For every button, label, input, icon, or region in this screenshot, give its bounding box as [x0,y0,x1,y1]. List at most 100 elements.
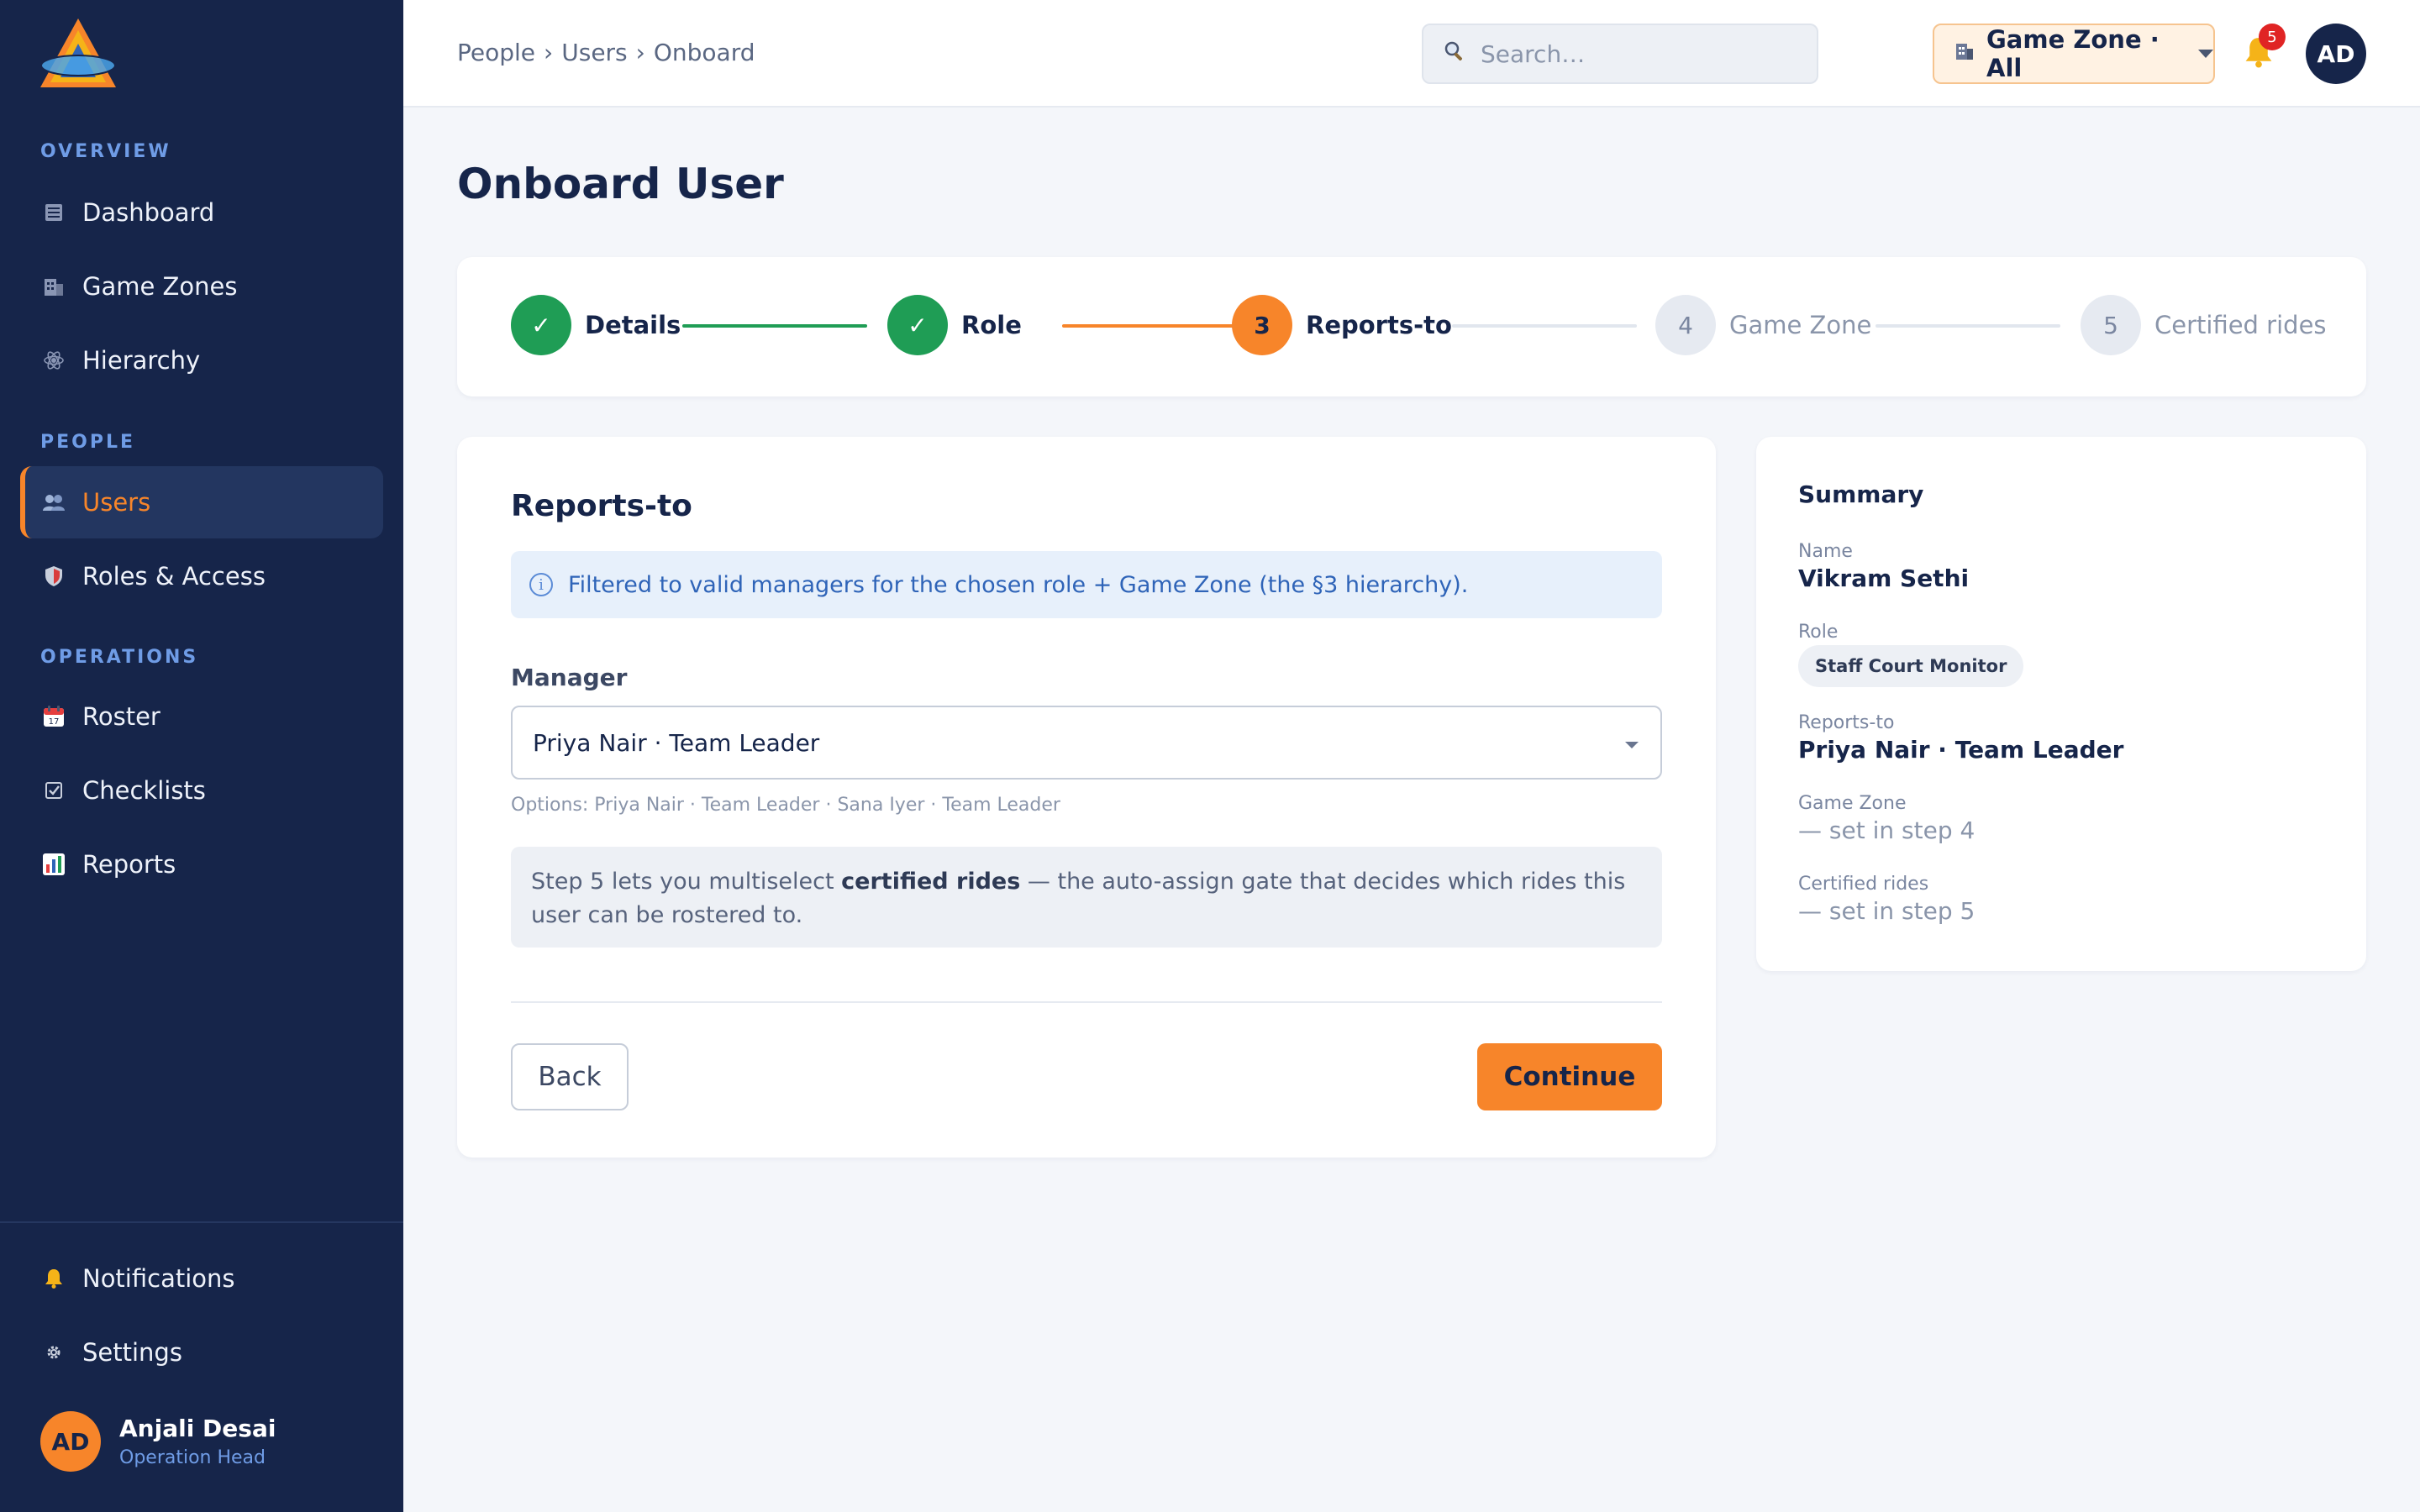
sidebar-item-roles-access[interactable]: Roles & Access [20,540,383,612]
calendar-icon: 17 [40,703,67,730]
step-2-circle[interactable]: ✓ [887,295,948,355]
step-4-circle: 4 [1655,295,1716,355]
sidebar-user-profile[interactable]: AD Anjali Desai Operation Head [40,1411,276,1472]
sidebar-item-reports[interactable]: Reports [20,828,383,900]
step-2-label[interactable]: Role [961,311,1022,339]
manager-options-hint: Options: Priya Nair · Team Leader · Sana… [511,795,1060,816]
onboarding-stepper: ✓ Details ✓ Role 3 Reports-to 4 Game Zon… [457,257,2366,396]
manager-select[interactable]: Priya Nair · Team Leader [511,706,1662,780]
step-4-label: Game Zone [1729,311,1872,339]
topbar: People › Users › Onboard Search… Game Zone ·… [403,0,2420,108]
sidebar-item-settings[interactable]: Settings [20,1316,383,1389]
user-avatar[interactable]: AD [2306,24,2366,84]
chevron-down-icon [2198,50,2213,58]
search-input[interactable]: Search… [1422,24,1818,84]
gear-icon [40,1339,67,1366]
chevron-down-icon [1625,742,1639,748]
sidebar-item-users[interactable]: Users [20,466,383,538]
summary-name-value: Vikram Sethi [1798,564,1970,592]
step-5-label: Certified rides [2154,311,2327,339]
summary-name-label: Name [1798,541,1853,562]
form-title: Reports-to [511,489,692,523]
sidebar-item-roster[interactable]: 17 Roster [20,680,383,753]
note-text-start: Step 5 lets you multiselect [531,869,842,895]
note-text-bold: certified rides [841,869,1021,895]
user-name: Anjali Desai [119,1415,276,1442]
dashboard-icon [40,199,67,226]
manager-field-label: Manager [511,664,628,691]
bar-chart-icon [40,851,67,878]
breadcrumb-users[interactable]: Users [561,39,627,66]
sidebar-item-label: Reports [82,850,176,879]
summary-zone-value: — set in step 4 [1798,816,1975,844]
manager-select-value: Priya Nair · Team Leader [533,728,820,757]
nav-section-operations: OPERATIONS [40,647,199,668]
sidebar-divider [0,1221,403,1223]
info-banner-text: Filtered to valid managers for the chose… [568,571,1469,598]
summary-role-label: Role [1798,622,1839,643]
summary-zone-label: Game Zone [1798,793,1907,814]
notification-count-badge: 5 [2259,24,2286,50]
sidebar-item-checklists[interactable]: Checklists [20,754,383,827]
shield-icon [40,563,67,590]
avatar: AD [40,1411,101,1472]
user-role: Operation Head [119,1447,266,1468]
continue-button[interactable]: Continue [1477,1043,1662,1110]
sidebar-item-label: Hierarchy [82,346,201,375]
summary-reports-value: Priya Nair · Team Leader [1798,736,2124,764]
sidebar-item-label: Notifications [82,1264,235,1293]
breadcrumb-people[interactable]: People [457,39,535,66]
summary-role-chip: Staff Court Monitor [1798,645,2024,687]
sidebar-item-dashboard[interactable]: Dashboard [20,176,383,249]
summary-title: Summary [1798,480,1924,508]
sidebar-item-label: Users [82,488,151,517]
back-button[interactable]: Back [511,1043,629,1110]
summary-rides-value: — set in step 5 [1798,897,1975,925]
sidebar-item-game-zones[interactable]: Game Zones [20,250,383,323]
breadcrumb-onboard: Onboard [653,39,755,66]
info-icon: i [529,573,553,596]
divider [511,1001,1662,1003]
step-5-circle: 5 [2081,295,2141,355]
brand-logo[interactable] [32,15,124,92]
search-placeholder: Search… [1481,39,1586,68]
step-connector [1062,324,1247,328]
bell-icon [40,1265,67,1292]
building-icon [1954,41,1975,67]
summary-reports-label: Reports-to [1798,712,1895,733]
step-connector [682,324,867,328]
sidebar-item-label: Roles & Access [82,562,266,591]
users-icon [40,489,67,516]
step-1-circle[interactable]: ✓ [511,295,571,355]
summary-card: Summary Name Vikram Sethi Role Staff Cou… [1756,437,2366,971]
sidebar-item-notifications[interactable]: Notifications [20,1242,383,1315]
game-zone-selector[interactable]: Game Zone · All [1933,24,2215,84]
sidebar-item-label: Settings [82,1338,182,1367]
breadcrumb: People › Users › Onboard [457,39,755,66]
step-connector [1876,324,2060,328]
step-connector [1452,324,1637,328]
step-3-label[interactable]: Reports-to [1306,311,1452,339]
summary-rides-label: Certified rides [1798,874,1929,895]
nav-section-people: PEOPLE [40,432,136,453]
svg-text:17: 17 [49,717,60,727]
step-3-circle[interactable]: 3 [1232,295,1292,355]
breadcrumb-separator: › [544,39,554,66]
sidebar: OVERVIEW Dashboard Game Zones Hierarchy … [0,0,403,1512]
page-title: Onboard User [457,160,784,208]
breadcrumb-separator: › [635,39,645,66]
checkbox-icon [40,777,67,804]
certified-rides-note: Step 5 lets you multiselect certified ri… [511,847,1662,948]
sidebar-item-label: Dashboard [82,198,215,227]
sidebar-item-label: Roster [82,702,160,731]
hierarchy-icon [40,347,67,374]
nav-section-overview: OVERVIEW [40,141,171,162]
reports-to-form-card: Reports-to i Filtered to valid managers … [457,437,1716,1158]
sidebar-item-label: Game Zones [82,272,238,301]
game-zone-selector-label: Game Zone · All [1986,25,2160,82]
step-1-label[interactable]: Details [585,311,681,339]
sidebar-item-hierarchy[interactable]: Hierarchy [20,324,383,396]
info-banner: i Filtered to valid managers for the cho… [511,551,1662,618]
search-icon [1444,40,1465,68]
building-icon [40,273,67,300]
